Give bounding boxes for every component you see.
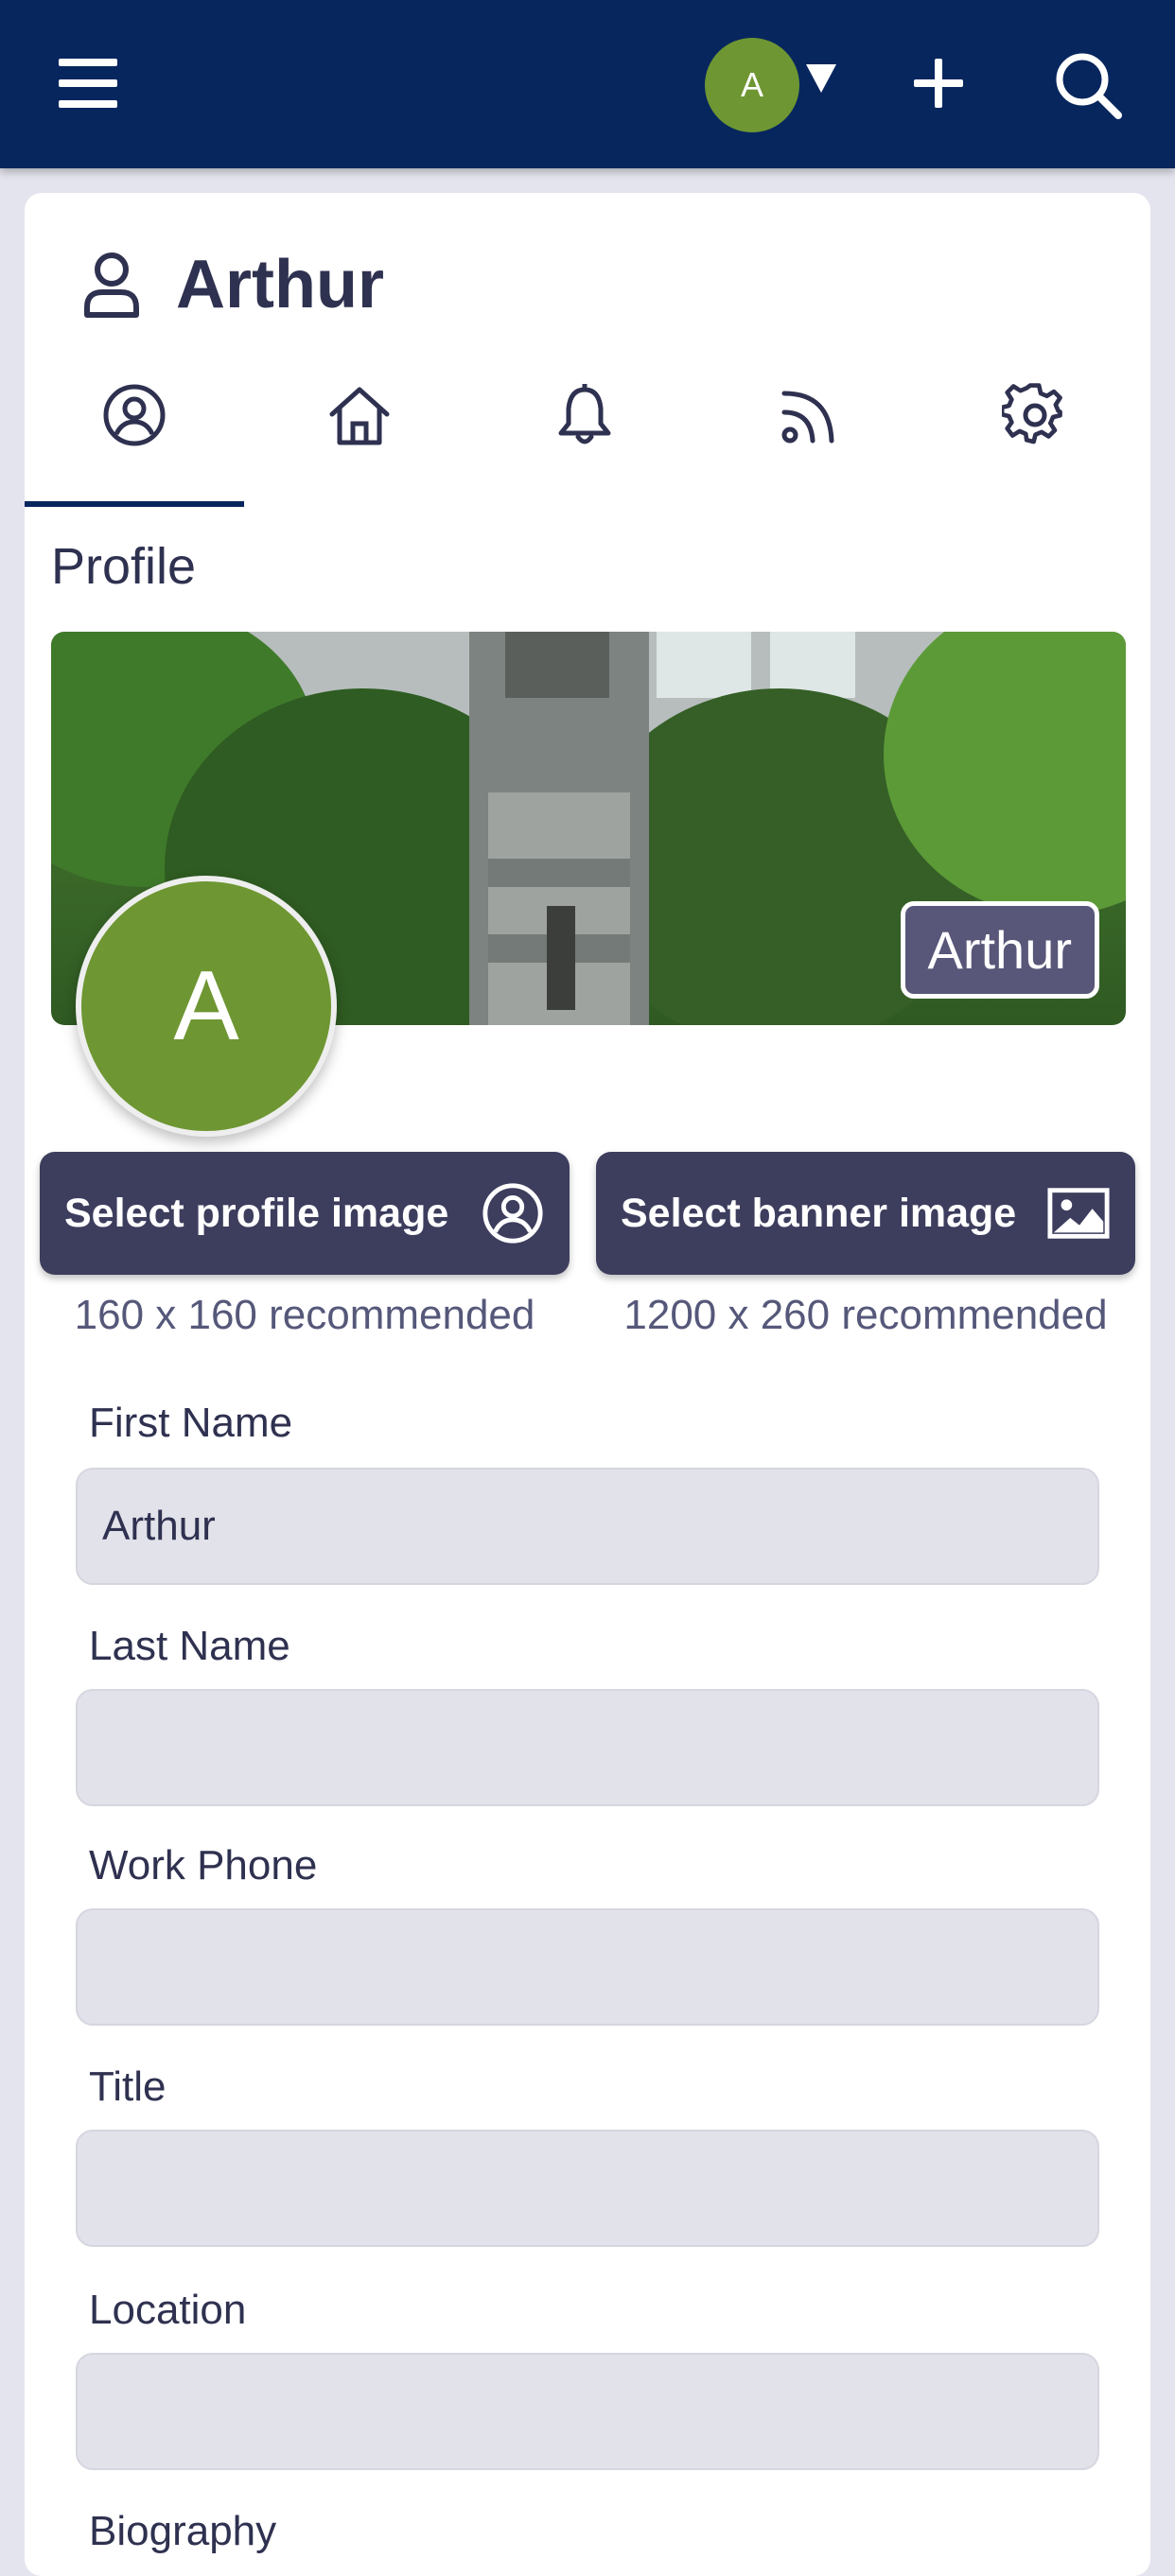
- location-label: Location: [89, 2287, 247, 2333]
- work-phone-label: Work Phone: [89, 1842, 318, 1888]
- image-icon: [1047, 1188, 1110, 1239]
- title-label: Title: [89, 2063, 167, 2110]
- first-name-field[interactable]: [76, 1468, 1099, 1585]
- gear-icon: [1002, 383, 1062, 444]
- profile-card: Arthur Profile Arthur A Select profile i…: [25, 193, 1150, 2576]
- top-app-bar: A: [0, 0, 1175, 168]
- biography-label: Biography: [89, 2508, 277, 2554]
- home-icon: [329, 387, 390, 445]
- last-name-label: Last Name: [89, 1623, 290, 1669]
- select-profile-image-button[interactable]: Select profile image: [40, 1152, 570, 1275]
- tab-home[interactable]: [250, 350, 469, 507]
- account-avatar[interactable]: A: [705, 38, 799, 132]
- profile-circle-icon: [103, 384, 166, 446]
- search-icon[interactable]: [1052, 49, 1124, 121]
- section-title: Profile: [51, 538, 197, 595]
- tab-notifications[interactable]: [475, 350, 694, 507]
- bell-icon: [558, 384, 611, 444]
- profile-image-hint: 160 x 160 recommended: [74, 1292, 535, 1338]
- tab-profile[interactable]: [25, 350, 244, 507]
- feed-icon: [781, 391, 834, 444]
- add-icon[interactable]: [910, 55, 967, 112]
- first-name-label: First Name: [89, 1400, 293, 1446]
- select-banner-image-button[interactable]: Select banner image: [596, 1152, 1135, 1275]
- select-profile-image-label: Select profile image: [64, 1190, 449, 1236]
- user-name-title: Arthur: [176, 247, 384, 322]
- work-phone-field[interactable]: [76, 1908, 1099, 2026]
- tab-feeds[interactable]: [700, 350, 920, 507]
- profile-avatar: A: [76, 876, 337, 1137]
- profile-tabs: [25, 350, 1150, 507]
- profile-circle-icon: [482, 1183, 543, 1244]
- user-header: Arthur: [81, 242, 384, 327]
- banner-name-badge: Arthur: [900, 901, 1099, 999]
- last-name-field[interactable]: [76, 1689, 1099, 1806]
- title-field[interactable]: [76, 2130, 1099, 2247]
- user-icon: [84, 252, 139, 318]
- select-banner-image-label: Select banner image: [621, 1190, 1017, 1236]
- banner-image-hint: 1200 x 260 recommended: [623, 1292, 1108, 1338]
- hamburger-menu-icon[interactable]: [59, 55, 117, 112]
- location-field[interactable]: [76, 2353, 1099, 2470]
- tab-settings[interactable]: [925, 350, 1145, 507]
- chevron-down-icon[interactable]: [806, 64, 836, 93]
